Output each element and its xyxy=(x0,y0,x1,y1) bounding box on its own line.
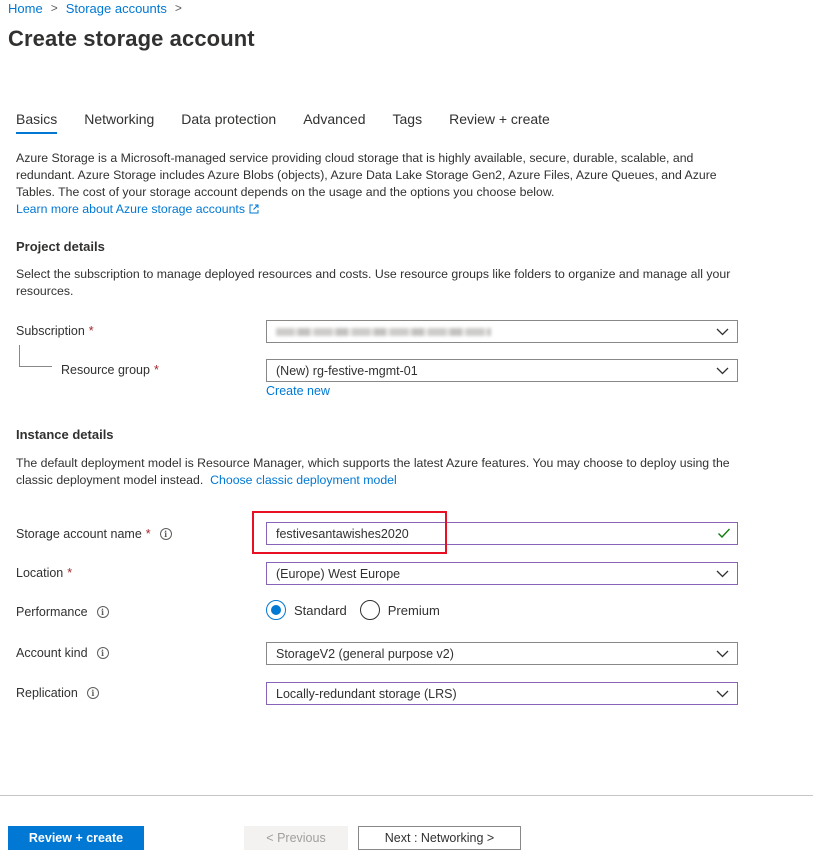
tab-basics[interactable]: Basics xyxy=(16,110,58,134)
resource-group-value: (New) rg-festive-mgmt-01 xyxy=(276,363,418,378)
performance-radio-group: Standard Premium xyxy=(266,599,453,621)
account-kind-value: StorageV2 (general purpose v2) xyxy=(276,646,454,661)
tree-connector xyxy=(19,345,20,366)
subscription-label: Subscription * xyxy=(16,320,94,342)
info-icon[interactable]: i xyxy=(159,528,172,540)
redacted-subscription-value xyxy=(276,327,491,336)
info-icon[interactable]: i xyxy=(96,647,109,659)
storage-name-label: Storage account name * i xyxy=(16,523,172,545)
replication-value: Locally-redundant storage (LRS) xyxy=(276,686,457,701)
learn-more-link-text: Learn more about Azure storage accounts xyxy=(16,202,245,216)
breadcrumb-storage-accounts-link[interactable]: Storage accounts xyxy=(66,1,167,16)
external-link-icon xyxy=(249,204,259,214)
page-title: Create storage account xyxy=(8,26,255,51)
next-networking-button[interactable]: Next : Networking > xyxy=(358,826,521,850)
chevron-down-icon xyxy=(716,650,729,658)
tab-data-protection[interactable]: Data protection xyxy=(181,110,276,134)
location-value: (Europe) West Europe xyxy=(276,566,401,581)
info-icon[interactable]: i xyxy=(96,606,109,618)
breadcrumb-home-link[interactable]: Home xyxy=(8,1,43,16)
radio-dot xyxy=(271,605,281,615)
storage-account-name-value: festivesantawishes2020 xyxy=(276,526,409,541)
resource-group-label-text: Resource group xyxy=(61,363,150,377)
location-dropdown[interactable]: (Europe) West Europe xyxy=(266,562,738,585)
radio-premium[interactable] xyxy=(359,600,380,620)
review-create-button[interactable]: Review + create xyxy=(8,826,144,850)
account-kind-label-text: Account kind xyxy=(16,646,88,660)
required-marker: * xyxy=(88,324,94,338)
subscription-dropdown[interactable] xyxy=(266,320,738,343)
chevron-down-icon xyxy=(716,367,729,375)
subscription-label-text: Subscription xyxy=(16,324,85,338)
radio-premium-label[interactable]: Premium xyxy=(388,603,440,618)
previous-button[interactable]: < Previous xyxy=(244,826,348,850)
checkmark-icon xyxy=(718,528,731,539)
intro-text: Azure Storage is a Microsoft-managed ser… xyxy=(16,151,717,199)
storage-name-label-text: Storage account name xyxy=(16,527,142,541)
breadcrumb: Home > Storage accounts > xyxy=(8,0,190,16)
intro-description: Azure Storage is a Microsoft-managed ser… xyxy=(16,150,744,218)
required-marker: * xyxy=(153,363,159,377)
required-marker: * xyxy=(67,566,73,580)
performance-label-text: Performance xyxy=(16,605,88,619)
tab-tags[interactable]: Tags xyxy=(393,110,423,134)
chevron-down-icon xyxy=(716,570,729,578)
location-label-text: Location xyxy=(16,566,64,580)
radio-standard[interactable] xyxy=(266,600,286,620)
chevron-right-icon: > xyxy=(50,1,58,15)
footer-divider xyxy=(0,795,813,796)
tab-bar: Basics Networking Data protection Advanc… xyxy=(16,110,577,134)
tab-advanced[interactable]: Advanced xyxy=(303,110,365,134)
instance-details-description: The default deployment model is Resource… xyxy=(16,455,744,489)
performance-label: Performance i xyxy=(16,601,109,623)
instance-details-title: Instance details xyxy=(16,427,114,442)
tab-networking[interactable]: Networking xyxy=(84,110,154,134)
info-icon[interactable]: i xyxy=(86,687,99,699)
project-details-description: Select the subscription to manage deploy… xyxy=(16,267,731,298)
chevron-down-icon xyxy=(716,328,729,336)
replication-label: Replication i xyxy=(16,682,99,704)
learn-more-link[interactable]: Learn more about Azure storage accounts xyxy=(16,202,259,216)
replication-label-text: Replication xyxy=(16,686,78,700)
chevron-down-icon xyxy=(716,690,729,698)
location-label: Location * xyxy=(16,562,72,584)
tree-connector xyxy=(19,366,52,367)
storage-account-name-input[interactable]: festivesantawishes2020 xyxy=(266,522,738,545)
create-new-link[interactable]: Create new xyxy=(266,384,330,398)
account-kind-dropdown[interactable]: StorageV2 (general purpose v2) xyxy=(266,642,738,665)
tab-review-create[interactable]: Review + create xyxy=(449,110,550,134)
replication-dropdown[interactable]: Locally-redundant storage (LRS) xyxy=(266,682,738,705)
required-marker: * xyxy=(145,527,151,541)
resource-group-dropdown[interactable]: (New) rg-festive-mgmt-01 xyxy=(266,359,738,382)
classic-deployment-link[interactable]: Choose classic deployment model xyxy=(210,473,397,487)
account-kind-label: Account kind i xyxy=(16,642,109,664)
chevron-right-icon: > xyxy=(174,1,182,15)
project-details-title: Project details xyxy=(16,239,105,254)
resource-group-label: Resource group * xyxy=(61,359,159,381)
radio-standard-label[interactable]: Standard xyxy=(294,603,347,618)
